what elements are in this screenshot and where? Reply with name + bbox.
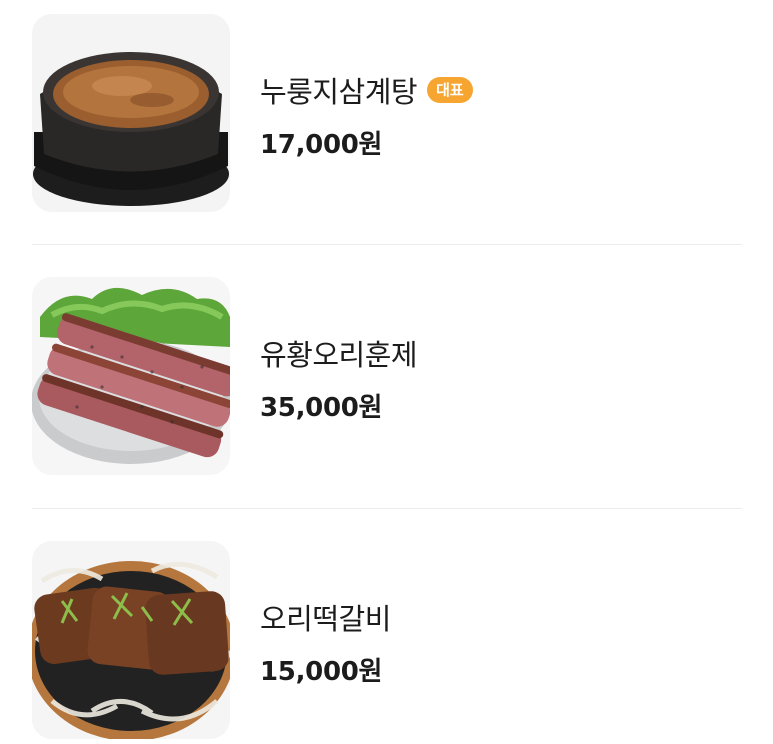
menu-item-image [32, 277, 230, 475]
signature-badge: 대표 [427, 77, 473, 103]
menu-item[interactable]: 유황오리훈제 35,000원 [32, 277, 742, 477]
menu-item-price: 15,000원 [260, 657, 383, 687]
menu-item-name: 누룽지삼계탕 [260, 75, 418, 109]
duck-patty-sizzling-plate-photo-icon [32, 541, 230, 739]
menu-item[interactable]: 오리떡갈비 15,000원 [32, 541, 742, 741]
stone-pot-soup-photo-icon [32, 14, 230, 212]
divider [32, 508, 742, 509]
divider [32, 244, 742, 245]
menu-item-image [32, 14, 230, 212]
smoked-duck-platter-photo-icon [32, 277, 230, 475]
menu-item-price: 17,000원 [260, 130, 383, 160]
menu-item-name: 유황오리훈제 [260, 338, 418, 372]
menu-item-image [32, 541, 230, 739]
menu-item-price: 35,000원 [260, 393, 383, 423]
menu-item-name: 오리떡갈비 [260, 602, 391, 636]
menu-item[interactable]: 누룽지삼계탕 대표 17,000원 [32, 14, 742, 214]
